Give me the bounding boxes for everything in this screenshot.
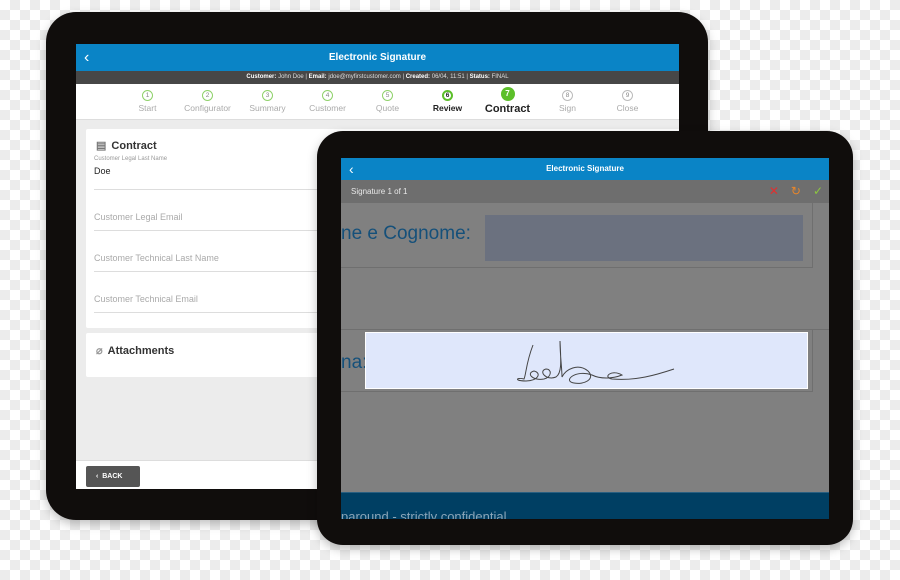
legal-email-field[interactable]: Customer Legal Email [94,190,324,231]
spacer-row [341,268,829,330]
contract-title: Contract [111,139,157,152]
field-label: Customer Legal Last Name [94,156,168,162]
email-value: jdoe@myfirstcustomer.com [328,74,401,80]
created-value: 06/04, 11:51 [431,74,465,80]
back-chevron-icon[interactable]: ‹ [349,158,354,180]
step-number: 3 [262,90,273,101]
step-label: Review [432,103,463,113]
signature-screen: ‹ Electronic Signature Signature 1 of 1 … [341,158,829,519]
step-label: Configurator [184,103,231,113]
step-contract[interactable]: 7 Contract [478,84,538,119]
confidential-text: paround - strictly confidential [341,509,507,519]
field-placeholder: Customer Legal Email [94,212,183,222]
step-number: 4 [322,90,333,101]
step-quote[interactable]: 5 Quote [358,84,418,119]
signature-toolbar: Signature 1 of 1 ✕ ↻ ✓ [341,180,829,203]
signature-drawing [517,340,675,384]
step-label: Sign [558,103,576,113]
cancel-x-icon[interactable]: ✕ [769,180,779,203]
progress-steps: 1 Start 2 Configurator 3 Summary 4 Customer 5 Quo… [76,84,679,120]
back-button[interactable]: ‹ BACK [86,466,140,487]
step-configurator[interactable]: 2 Configurator [178,84,238,119]
email-label: Email: [308,74,327,80]
step-label: Start [138,103,157,113]
tablet-signature: ‹ Electronic Signature Signature 1 of 1 … [317,131,853,545]
step-start[interactable]: 1 Start [118,84,178,119]
step-number: 8 [562,90,573,101]
customer-label: Customer: [246,74,277,80]
created-label: Created: [405,74,431,80]
app-header: ‹ Electronic Signature [76,44,679,71]
step-close[interactable]: 9 Close [598,84,658,119]
sign-label: na: [341,352,368,373]
status-value: FINAL [491,74,509,80]
step-review[interactable]: 6 Review [418,84,478,119]
step-customer[interactable]: 4 Customer [298,84,358,119]
name-row: ne e Cognome: [341,203,813,268]
reset-icon[interactable]: ↻ [791,180,801,203]
confirm-check-icon[interactable]: ✓ [813,180,823,203]
header-title: Electronic Signature [328,52,427,63]
legal-last-name-field[interactable]: Customer Legal Last Name Doe [94,154,324,190]
step-label: Summary [249,103,286,113]
paperclip-icon: ⌀ [96,345,103,357]
technical-last-name-field[interactable]: Customer Technical Last Name [94,231,324,272]
chevron-left-icon: ‹ [96,473,99,480]
back-chevron-icon[interactable]: ‹ [84,44,89,71]
customer-value: John Doe [278,74,304,80]
step-sign[interactable]: 8 Sign [538,84,598,119]
document-footer: paround - strictly confidential [341,492,829,519]
signature-pad[interactable] [365,332,808,389]
field-placeholder: Customer Technical Email [94,294,198,304]
step-label: Customer [309,103,346,113]
step-summary[interactable]: 3 Summary [238,84,298,119]
name-label: ne e Cognome: [341,223,471,244]
contract-icon: ▤ [96,140,107,152]
step-label: Contract [484,103,531,115]
status-label: Status: [469,74,490,80]
step-number: 9 [622,90,633,101]
header-title: Electronic Signature [546,164,624,173]
step-number: 6 [442,90,453,101]
name-input-box[interactable] [485,215,803,261]
step-number: 1 [142,90,153,101]
field-placeholder: Customer Technical Last Name [94,253,219,263]
back-label: BACK [102,473,123,480]
signature-header: ‹ Electronic Signature [341,158,829,180]
step-number: 7 [500,87,515,101]
field-value: Doe [94,166,111,176]
step-number: 2 [202,90,213,101]
step-number: 5 [382,90,393,101]
attachments-title: Attachments [107,344,175,357]
signature-count: Signature 1 of 1 [351,187,408,196]
step-label: Close [616,103,639,113]
step-label: Quote [375,103,400,113]
technical-email-field[interactable]: Customer Technical Email [94,272,324,313]
signature-row: na: [341,330,813,392]
info-bar: Customer: John Doe | Email: jdoe@myfirst… [76,71,679,84]
